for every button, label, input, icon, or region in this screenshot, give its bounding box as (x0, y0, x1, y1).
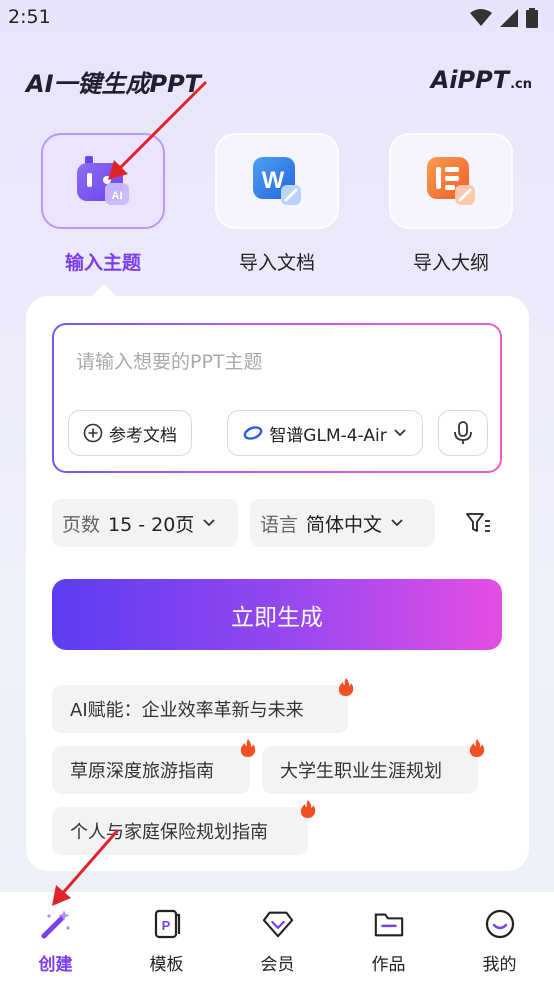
chevron-down-icon (394, 429, 406, 437)
mode-card-document[interactable]: W (215, 133, 339, 229)
topic-input[interactable]: 请输入想要的PPT主题 (76, 347, 263, 374)
magic-wand-icon (41, 910, 70, 939)
svg-text:AI: AI (112, 190, 123, 202)
reference-doc-button[interactable]: 参考文档 (68, 410, 192, 456)
wifi-icon (470, 9, 492, 26)
voice-input-button[interactable] (438, 410, 488, 456)
nav-label-profile: 我的 (482, 955, 517, 975)
nav-item-membership[interactable]: 会员 (222, 892, 333, 984)
filter-button[interactable] (456, 505, 500, 541)
status-bar: 2:51 (0, 0, 554, 36)
nav-label-create: 创建 (38, 955, 73, 975)
filter-icon (466, 513, 490, 532)
nav-item-templates[interactable]: P 模板 (111, 892, 222, 984)
mode-label-topic[interactable]: 输入主题 (41, 248, 165, 275)
fire-icon (469, 739, 485, 757)
outline-doc-icon (427, 157, 475, 205)
nav-label-templates: 模板 (149, 955, 184, 975)
suggestion-tag[interactable]: 个人与家庭保险规划指南 (52, 807, 308, 855)
model-selector-label: 智谱GLM-4-Air (269, 425, 387, 446)
pages-label: 页数 (62, 513, 101, 536)
ppt-template-icon: P (154, 909, 180, 939)
generate-button[interactable]: 立即生成 (52, 579, 502, 650)
bottom-nav: 创建 P 模板 会员 作品 我的 (0, 891, 554, 984)
language-label: 语言 (260, 513, 299, 536)
chevron-down-icon (203, 519, 215, 527)
model-selector[interactable]: 智谱GLM-4-Air (227, 410, 423, 456)
reference-doc-label: 参考文档 (109, 425, 177, 446)
nav-item-create[interactable]: 创建 (0, 892, 111, 984)
mode-card-topic[interactable]: AI (41, 133, 165, 229)
mode-label-outline[interactable]: 导入大纲 (389, 248, 513, 275)
robot-ai-icon: AI (77, 156, 129, 205)
logo-suffix: .cn (510, 77, 532, 92)
microphone-icon (454, 421, 472, 444)
pages-select[interactable]: 页数 15 - 20页 (52, 499, 238, 547)
zhipu-logo-icon (243, 426, 263, 440)
pages-value: 15 - 20页 (108, 513, 195, 536)
suggestion-tag[interactable]: 草原深度旅游指南 (52, 746, 250, 794)
fire-icon (240, 739, 256, 757)
fire-icon (300, 800, 316, 818)
nav-label-membership: 会员 (260, 955, 295, 975)
suggestion-tag[interactable]: AI赋能：企业效率革新与未来 (52, 685, 348, 733)
language-select[interactable]: 语言 简体中文 (250, 499, 435, 547)
nav-label-works: 作品 (371, 955, 406, 975)
battery-icon (526, 8, 538, 28)
status-time: 2:51 (8, 6, 51, 28)
suggestion-tag[interactable]: 大学生职业生涯规划 (262, 746, 478, 794)
plus-circle-icon (83, 423, 103, 443)
svg-text:P: P (161, 918, 170, 933)
nav-item-profile[interactable]: 我的 (444, 892, 554, 984)
brand-logo: AiPPT.cn (431, 66, 532, 94)
status-icons (470, 8, 538, 28)
prompt-box: 请输入想要的PPT主题 参考文档 智谱GLM-4-Air (52, 323, 502, 473)
mode-card-outline[interactable] (389, 133, 513, 229)
smiley-icon (485, 909, 514, 939)
diamond-icon (262, 911, 293, 938)
app-title: AI一键生成PPT (26, 70, 202, 98)
cell-signal-icon (500, 9, 518, 27)
mode-label-document[interactable]: 导入文档 (215, 248, 339, 275)
nav-item-works[interactable]: 作品 (333, 892, 444, 984)
fire-icon (338, 678, 354, 696)
chevron-down-icon (391, 519, 403, 527)
word-doc-icon: W (253, 157, 301, 205)
language-value: 简体中文 (306, 513, 383, 536)
folder-icon (374, 913, 403, 937)
logo-main: AiPPT (430, 66, 510, 94)
